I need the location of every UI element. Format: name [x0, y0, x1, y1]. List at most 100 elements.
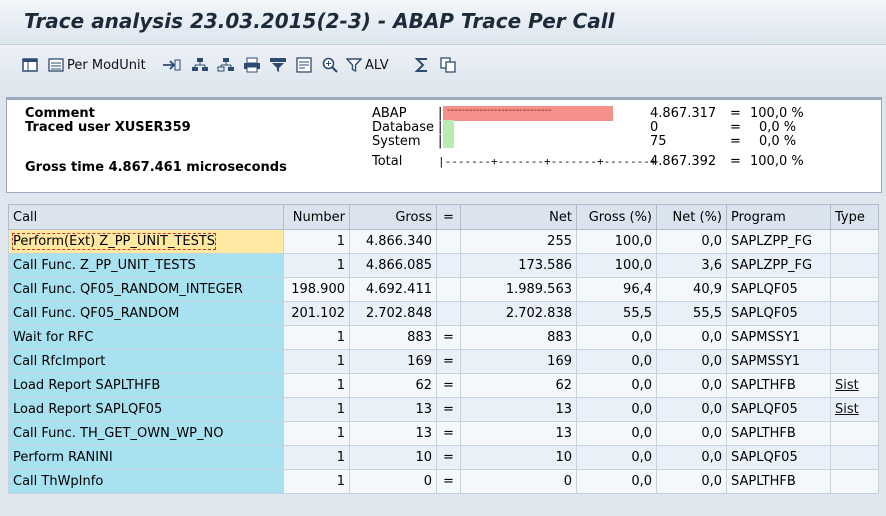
table-cell-eq[interactable]: = — [436, 373, 461, 398]
table-cell-type[interactable] — [830, 349, 879, 374]
table-cell-gross-pct[interactable]: 0,0 — [576, 373, 657, 398]
table-cell-net[interactable]: 173.586 — [460, 253, 577, 278]
alv-button[interactable]: ALV — [346, 56, 389, 74]
table-cell-net[interactable]: 169 — [460, 349, 577, 374]
col-header-program[interactable]: Program — [726, 204, 831, 230]
table-cell-number[interactable]: 201.102 — [283, 301, 350, 326]
table-cell-program[interactable]: SAPLTHFB — [726, 469, 831, 494]
table-cell-gross[interactable]: 13 — [349, 397, 437, 422]
table-cell-net[interactable]: 62 — [460, 373, 577, 398]
table-cell-eq[interactable]: = — [436, 325, 461, 350]
col-header-net-pct[interactable]: Net (%) — [656, 204, 727, 230]
table-cell-type[interactable] — [830, 445, 879, 470]
table-cell-type[interactable] — [830, 253, 879, 278]
table-cell-call[interactable]: Call ThWpInfo — [8, 469, 284, 494]
table-cell-eq[interactable] — [436, 253, 461, 278]
table-cell-number[interactable]: 1 — [283, 325, 350, 350]
table-cell-type[interactable] — [830, 325, 879, 350]
table-cell-number[interactable]: 1 — [283, 229, 350, 254]
tree-collapse-icon[interactable] — [216, 56, 236, 74]
table-cell-call[interactable]: Call Func. Z_PP_UNIT_TESTS — [8, 253, 284, 278]
table-cell-gross[interactable]: 2.702.848 — [349, 301, 437, 326]
table-cell-gross-pct[interactable]: 0,0 — [576, 469, 657, 494]
table-row[interactable]: Call ThWpInfo 1 0 = 0 0,0 0,0 SAPLTHFB — [8, 469, 879, 494]
print-icon[interactable] — [242, 56, 262, 74]
table-row[interactable]: Call Func. QF05_RANDOM 201.102 2.702.848 2.… — [8, 301, 879, 326]
col-header-net[interactable]: Net — [460, 204, 577, 230]
table-cell-call[interactable]: Call Func. QF05_RANDOM_INTEGER — [8, 277, 284, 302]
table-cell-type[interactable] — [830, 301, 879, 326]
table-cell-program[interactable]: SAPLTHFB — [726, 373, 831, 398]
per-modunit-button[interactable]: Per ModUnit — [48, 56, 146, 74]
table-cell-gross-pct[interactable]: 0,0 — [576, 445, 657, 470]
table-cell-type[interactable]: Sist — [830, 373, 879, 398]
col-header-eq[interactable]: = — [436, 204, 461, 230]
table-cell-gross-pct[interactable]: 0,0 — [576, 397, 657, 422]
filter-icon[interactable] — [268, 56, 288, 74]
table-row[interactable]: Call RfcImport 1 169 = 169 0,0 0,0 SAPMSSY1 — [8, 349, 879, 374]
table-cell-net-pct[interactable]: 0,0 — [656, 445, 727, 470]
table-cell-call[interactable]: Wait for RFC — [8, 325, 284, 350]
layout-icon[interactable] — [294, 56, 314, 74]
table-row[interactable]: Call Func. Z_PP_UNIT_TESTS 1 4.866.085 173.… — [8, 253, 879, 278]
col-header-gross-pct[interactable]: Gross (%) — [576, 204, 657, 230]
table-cell-call[interactable]: Perform RANINI — [8, 445, 284, 470]
table-cell-type[interactable]: Sist — [830, 397, 879, 422]
table-cell-call[interactable]: Perform(Ext) Z_PP_UNIT_TESTS — [8, 229, 284, 254]
table-cell-net-pct[interactable]: 0,0 — [656, 325, 727, 350]
sum-icon[interactable] — [412, 56, 432, 74]
table-cell-call[interactable]: Call Func. QF05_RANDOM — [8, 301, 284, 326]
col-header-type[interactable]: Type — [830, 204, 879, 230]
table-cell-gross-pct[interactable]: 0,0 — [576, 349, 657, 374]
table-cell-eq[interactable]: = — [436, 445, 461, 470]
table-cell-eq[interactable] — [436, 277, 461, 302]
table-cell-net[interactable]: 10 — [460, 445, 577, 470]
table-cell-eq[interactable] — [436, 229, 461, 254]
tree-expand-icon[interactable] — [190, 56, 210, 74]
table-cell-type[interactable] — [830, 421, 879, 446]
table-cell-eq[interactable]: = — [436, 469, 461, 494]
hierarchy-icon[interactable] — [20, 56, 40, 74]
table-cell-number[interactable]: 198.900 — [283, 277, 350, 302]
col-header-gross[interactable]: Gross — [349, 204, 437, 230]
table-row[interactable]: Load Report SAPLQF05 1 13 = 13 0,0 0,0 SAPLQF05… — [8, 397, 879, 422]
table-cell-net[interactable]: 1.989.563 — [460, 277, 577, 302]
table-cell-net-pct[interactable]: 3,6 — [656, 253, 727, 278]
table-cell-net[interactable]: 255 — [460, 229, 577, 254]
table-cell-number[interactable]: 1 — [283, 349, 350, 374]
table-cell-net-pct[interactable]: 55,5 — [656, 301, 727, 326]
table-cell-program[interactable]: SAPLTHFB — [726, 421, 831, 446]
table-cell-net-pct[interactable]: 0,0 — [656, 397, 727, 422]
table-cell-gross-pct[interactable]: 100,0 — [576, 229, 657, 254]
table-cell-net[interactable]: 0 — [460, 469, 577, 494]
table-cell-gross-pct[interactable]: 0,0 — [576, 325, 657, 350]
table-cell-program[interactable]: SAPMSSY1 — [726, 325, 831, 350]
table-cell-number[interactable]: 1 — [283, 469, 350, 494]
table-cell-call[interactable]: Call RfcImport — [8, 349, 284, 374]
table-cell-type-text[interactable]: Sist — [835, 402, 859, 417]
copy-icon[interactable] — [438, 56, 458, 74]
table-cell-net-pct[interactable]: 0,0 — [656, 229, 727, 254]
table-cell-net-pct[interactable]: 40,9 — [656, 277, 727, 302]
table-cell-net-pct[interactable]: 0,0 — [656, 349, 727, 374]
table-cell-program[interactable]: SAPLZPP_FG — [726, 229, 831, 254]
navigate-icon[interactable] — [160, 56, 182, 74]
table-cell-gross-pct[interactable]: 96,4 — [576, 277, 657, 302]
table-cell-program[interactable]: SAPLQF05 — [726, 397, 831, 422]
table-cell-eq[interactable] — [436, 301, 461, 326]
table-cell-gross-pct[interactable]: 55,5 — [576, 301, 657, 326]
col-header-call[interactable]: Call — [8, 204, 284, 230]
table-cell-gross[interactable]: 13 — [349, 421, 437, 446]
table-cell-eq[interactable]: = — [436, 421, 461, 446]
table-cell-gross[interactable]: 4.866.340 — [349, 229, 437, 254]
table-cell-gross[interactable]: 4.866.085 — [349, 253, 437, 278]
table-cell-type[interactable] — [830, 277, 879, 302]
table-cell-eq[interactable]: = — [436, 349, 461, 374]
table-cell-net-pct[interactable]: 0,0 — [656, 373, 727, 398]
table-cell-net-pct[interactable]: 0,0 — [656, 421, 727, 446]
table-row[interactable]: Perform RANINI 1 10 = 10 0,0 0,0 SAPLQF05 — [8, 445, 879, 470]
table-cell-number[interactable]: 1 — [283, 397, 350, 422]
table-row[interactable]: Wait for RFC 1 883 = 883 0,0 0,0 SAPMSSY1 — [8, 325, 879, 350]
table-cell-gross-pct[interactable]: 100,0 — [576, 253, 657, 278]
table-cell-gross[interactable]: 4.692.411 — [349, 277, 437, 302]
